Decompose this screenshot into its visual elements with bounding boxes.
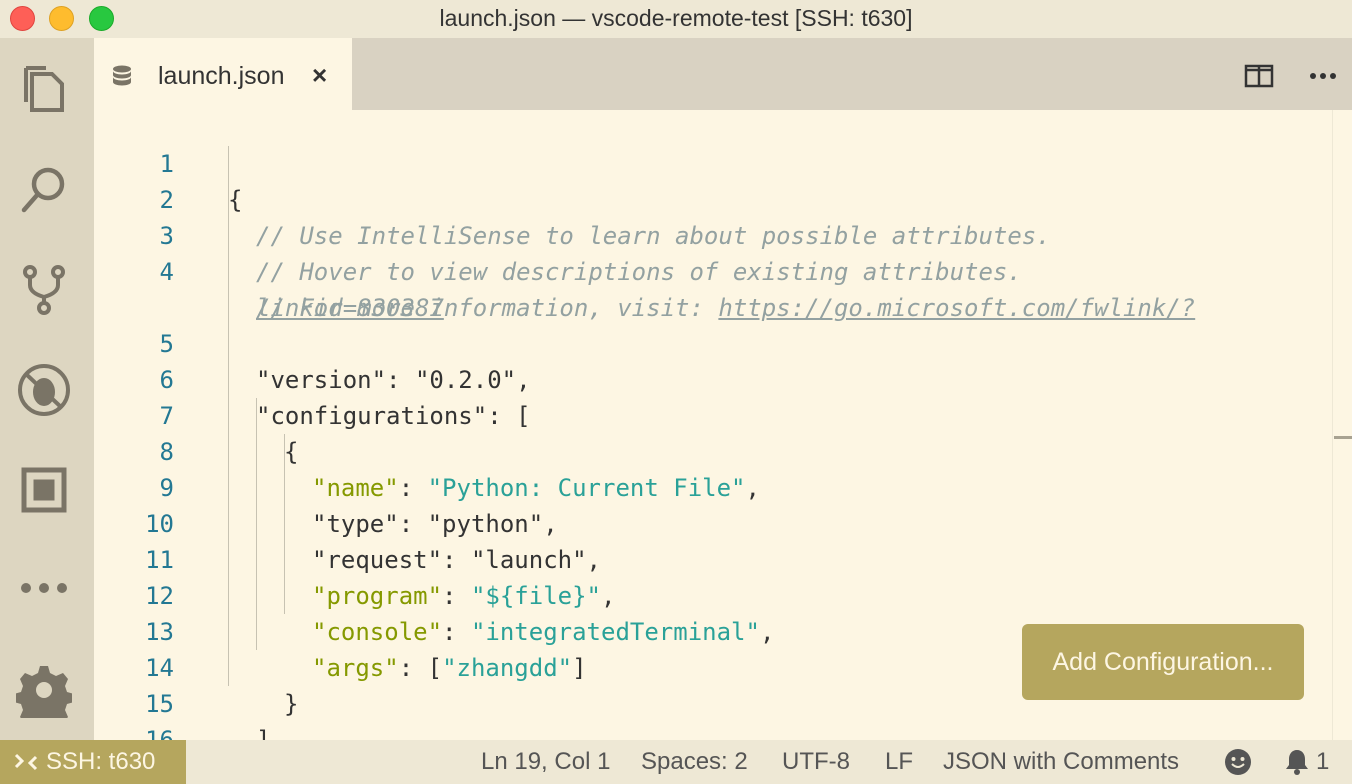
status-bar: SSH: t630 Ln 19, Col 1 Spaces: 2 UTF-8 L… [0, 740, 1352, 784]
code-line: 10 "request": "launch", [94, 470, 1334, 574]
encoding[interactable]: UTF-8 [782, 748, 850, 776]
bell-icon[interactable] [1284, 748, 1310, 776]
code-line: 17 [94, 722, 1334, 740]
remote-icon [14, 753, 38, 771]
code-line: 4 // For more information, visit: https:… [94, 218, 1334, 322]
code-line: 11 "program": "${file}", [94, 506, 1334, 610]
code-line: 13 "args": ["zhangdd"] [94, 578, 1334, 682]
database-icon [113, 65, 131, 86]
split-editor-icon[interactable] [1244, 64, 1274, 88]
code-line: 8 "name": "Python: Current File", [94, 398, 1334, 502]
end-of-line[interactable]: LF [885, 748, 913, 776]
debug-icon[interactable] [14, 360, 74, 420]
activity-bar [0, 38, 94, 740]
code-line: 3 // Hover to view descriptions of exist… [94, 182, 1334, 286]
add-configuration-button[interactable]: Add Configuration... [1022, 624, 1304, 700]
code-line: 12 "console": "integratedTerminal", [94, 542, 1334, 646]
remote-explorer-icon[interactable] [14, 460, 74, 520]
remote-label: SSH: t630 [46, 748, 156, 775]
close-icon[interactable]: × [312, 60, 327, 91]
tab-launch-json[interactable]: launch.json × [94, 38, 352, 110]
code-line: 6 "configurations": [ [94, 326, 1334, 430]
code-line: 9 "type": "python", [94, 434, 1334, 538]
code-line: 1 { [94, 110, 1334, 214]
notification-count[interactable]: 1 [1316, 748, 1329, 776]
source-control-icon[interactable] [14, 260, 74, 320]
remote-indicator[interactable]: SSH: t630 [0, 740, 186, 784]
files-icon[interactable] [14, 60, 74, 120]
cursor-position[interactable]: Ln 19, Col 1 [481, 748, 610, 776]
tab-label: launch.json [158, 62, 285, 90]
more-icon[interactable] [14, 558, 74, 618]
title-bar: launch.json — vscode-remote-test [SSH: t… [0, 0, 1352, 38]
code-line-wrapped: linkid=830387 [94, 254, 1334, 322]
editor[interactable]: 1 { 2 // Use IntelliSense to learn about… [94, 110, 1352, 740]
feedback-smiley-icon[interactable] [1224, 748, 1252, 776]
search-icon[interactable] [14, 160, 74, 220]
more-actions-icon[interactable] [1308, 64, 1338, 88]
code-line: 2 // Use IntelliSense to learn about pos… [94, 146, 1334, 250]
indentation[interactable]: Spaces: 2 [641, 748, 748, 776]
language-mode[interactable]: JSON with Comments [943, 748, 1179, 776]
window-title: launch.json — vscode-remote-test [SSH: t… [439, 5, 913, 31]
gear-icon[interactable] [14, 660, 74, 720]
code-line: 5 "version": "0.2.0", [94, 290, 1334, 394]
scrollbar-cursor-marker [1334, 436, 1352, 439]
scrollbar-track[interactable] [1332, 110, 1333, 740]
code-line: 7 { [94, 362, 1334, 466]
tab-bar: launch.json × [94, 38, 1352, 110]
